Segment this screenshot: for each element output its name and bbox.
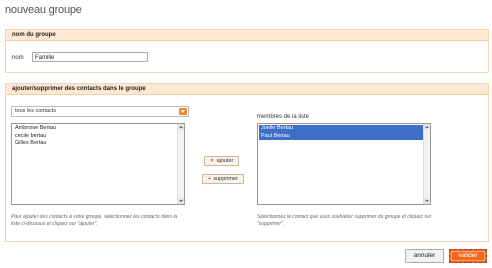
- members-panel: ajouter/supprimer des contacts dans le g…: [5, 83, 489, 242]
- add-button-label: ajouter: [216, 158, 234, 164]
- remove-help-text: Sélectionnez le contact que vous souhait…: [257, 214, 432, 227]
- remove-button-label: supprimer: [213, 176, 238, 182]
- members-list-title: membres de la liste: [257, 114, 310, 120]
- cancel-button[interactable]: annuler: [405, 249, 444, 263]
- members-listbox[interactable]: Joelle Bertau Paul Bertau: [257, 123, 431, 205]
- remove-button[interactable]: + supprimer: [202, 174, 244, 184]
- group-name-panel: nom du groupe nom Famille: [5, 29, 489, 73]
- group-name-input[interactable]: Famille: [32, 52, 148, 62]
- add-button[interactable]: ▼ ajouter: [204, 156, 239, 166]
- scroll-up-icon[interactable]: [424, 124, 430, 130]
- contact-item[interactable]: Gilles Bertau: [13, 140, 183, 148]
- member-item[interactable]: Paul Bertau: [259, 132, 429, 140]
- plus-icon: +: [208, 176, 212, 182]
- contacts-scrollbar[interactable]: [177, 124, 184, 204]
- group-name-heading: nom du groupe: [6, 30, 488, 41]
- validate-button[interactable]: valider: [449, 249, 487, 263]
- contact-item[interactable]: cecile bertau: [13, 133, 183, 141]
- contact-item[interactable]: Ambroise Bertau: [13, 125, 183, 133]
- members-scrollbar[interactable]: [423, 124, 430, 204]
- page-title: nouveau groupe: [5, 4, 82, 16]
- contact-filter-value: tous les contacts: [15, 108, 56, 114]
- arrow-down-icon: ▼: [209, 158, 215, 164]
- scroll-up-icon[interactable]: [178, 124, 184, 130]
- scroll-down-icon[interactable]: [424, 198, 430, 204]
- scroll-down-icon[interactable]: [178, 198, 184, 204]
- members-heading: ajouter/supprimer des contacts dans le g…: [6, 84, 488, 95]
- contact-filter-select[interactable]: tous les contacts: [11, 106, 189, 117]
- member-item[interactable]: Joelle Bertau: [259, 125, 429, 133]
- chevron-down-icon[interactable]: [179, 108, 187, 115]
- contacts-listbox[interactable]: Ambroise Bertau cecile bertau Gilles Ber…: [11, 123, 185, 205]
- add-help-text: Pour ajouter des contacts à votre groupe…: [11, 214, 178, 227]
- group-name-label: nom: [12, 55, 24, 61]
